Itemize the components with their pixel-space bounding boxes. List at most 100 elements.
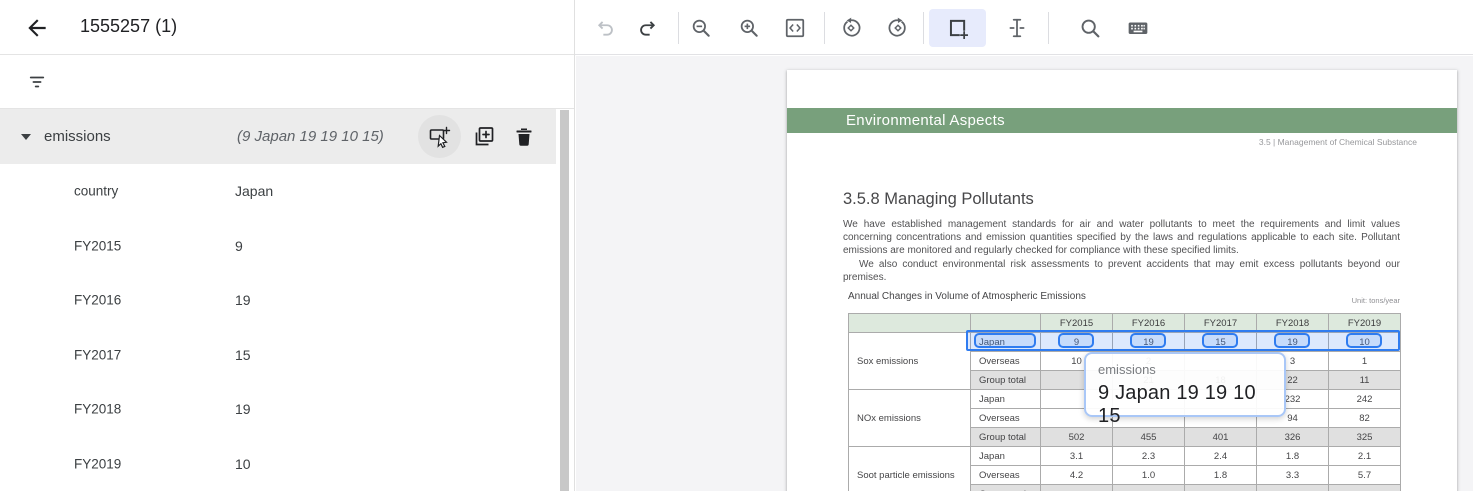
annotation-box-19[interactable]	[1274, 333, 1310, 348]
annotation-box-19[interactable]	[1130, 333, 1166, 348]
table-cell: 325	[1329, 428, 1401, 447]
table-cell: 455	[1113, 428, 1185, 447]
undo-icon[interactable]	[588, 11, 622, 45]
field-value: Japan	[235, 183, 273, 199]
toolbar-separator	[678, 12, 679, 44]
label-field-row-FY2016[interactable]: FY2016 19	[0, 273, 556, 328]
annotation-tool-window: 1555257 (1) Filter Show empty labels emi…	[0, 0, 1473, 491]
toolbar-separator	[824, 12, 825, 44]
banner-title: Environmental Aspects	[846, 112, 1005, 129]
table-cell: 82	[1329, 409, 1401, 428]
duplicate-icon[interactable]	[472, 125, 496, 149]
table-cell: 3.3	[1257, 466, 1329, 485]
toolbar-separator	[1048, 12, 1049, 44]
annotation-box-15[interactable]	[1202, 333, 1238, 348]
viewer-toolbar	[575, 0, 1473, 55]
field-label: FY2017	[74, 347, 121, 362]
document-id-title: 1555257 (1)	[80, 16, 177, 37]
table-cell: 1	[1329, 352, 1401, 371]
label-field-row-country[interactable]: country Japan	[0, 164, 556, 219]
row-sublabel: Group total	[971, 485, 1041, 491]
sidebar-header: 1555257 (1)	[0, 0, 574, 54]
field-label: FY2016	[74, 293, 121, 308]
label-field-row-FY2018[interactable]: FY2018 19	[0, 382, 556, 437]
sidebar-scrollbar[interactable]	[560, 110, 569, 491]
row-sublabel: Group total	[971, 428, 1041, 447]
document-page: Environmental Aspects 3.5 | Management o…	[787, 70, 1457, 491]
table-cell: 401	[1185, 428, 1257, 447]
labels-sidebar: 1555257 (1) Filter Show empty labels emi…	[0, 0, 575, 491]
label-field-list: countryJapanFY20159FY201619FY201715FY201…	[0, 164, 556, 491]
table-cell	[1257, 485, 1329, 491]
filter-bar: Filter Show empty labels	[0, 54, 574, 109]
table-cell: 502	[1041, 428, 1113, 447]
annotation-tooltip: emissions 9 Japan 19 19 10 15	[1084, 352, 1286, 417]
row-group-label: Sox emissions	[849, 333, 971, 390]
redo-icon[interactable]	[631, 11, 665, 45]
table-cell: 242	[1329, 390, 1401, 409]
table-unit-label: Unit: tons/year	[848, 296, 1400, 305]
delete-icon[interactable]	[512, 125, 536, 149]
row-group-label: NOx emissions	[849, 390, 971, 447]
row-sublabel: Japan	[971, 447, 1041, 466]
row-sublabel: Japan	[971, 390, 1041, 409]
table-cell: 326	[1257, 428, 1329, 447]
label-field-row-FY2015[interactable]: FY2015 9	[0, 219, 556, 274]
label-field-row-FY2019[interactable]: FY2019 10	[0, 437, 556, 491]
toolbar-separator	[923, 12, 924, 44]
row-sublabel: Overseas	[971, 466, 1041, 485]
rotate-right-icon[interactable]	[881, 11, 915, 45]
annotation-box-10[interactable]	[1346, 333, 1382, 348]
table-cell: 2.1	[1329, 447, 1401, 466]
search-icon[interactable]	[1073, 11, 1107, 45]
document-paragraphs: We have established management standards…	[843, 218, 1400, 284]
annotation-box-Japan[interactable]	[974, 333, 1036, 348]
keyboard-icon[interactable]	[1121, 11, 1155, 45]
label-field-row-FY2017[interactable]: FY2017 15	[0, 328, 556, 383]
table-cell: 5.7	[1329, 466, 1401, 485]
field-label: FY2019	[74, 456, 121, 471]
table-cell	[1329, 485, 1401, 491]
field-value: 19	[235, 292, 251, 308]
table-cell: 2.4	[1185, 447, 1257, 466]
section-reference: 3.5 | Management of Chemical Substance	[1259, 137, 1417, 147]
field-label: country	[74, 184, 118, 199]
row-sublabel: Group total	[971, 371, 1041, 390]
table-cell	[1185, 485, 1257, 491]
label-group-row-emissions[interactable]: emissions (9 Japan 19 19 10 15)	[0, 109, 556, 164]
rotate-left-icon[interactable]	[834, 11, 868, 45]
field-value: 19	[235, 401, 251, 417]
paragraph: We also conduct environmental risk asses…	[843, 258, 1400, 284]
fit-code-icon[interactable]	[778, 11, 812, 45]
add-bounding-box-icon[interactable]	[940, 11, 974, 45]
field-value: 9	[235, 238, 243, 254]
label-group-summary: (9 Japan 19 19 10 15)	[237, 128, 384, 145]
tooltip-value: 9 Japan 19 19 10 15	[1098, 382, 1272, 428]
table-cell: 4.2	[1041, 466, 1113, 485]
zoom-out-icon[interactable]	[684, 11, 718, 45]
apply-annotation-icon[interactable]	[428, 125, 452, 149]
row-group-label: Soot particle emissions	[849, 447, 971, 491]
field-value: 15	[235, 347, 251, 363]
row-sublabel: Overseas	[971, 409, 1041, 428]
table-cell: 1.0	[1113, 466, 1185, 485]
table-cell: 1.8	[1185, 466, 1257, 485]
table-cell: 2.3	[1113, 447, 1185, 466]
field-label: FY2018	[74, 402, 121, 417]
paragraph: We have established management standards…	[843, 218, 1400, 258]
field-label: FY2015	[74, 238, 121, 253]
text-select-icon[interactable]	[1000, 11, 1034, 45]
document-heading: 3.5.8 Managing Pollutants	[843, 190, 1034, 209]
document-canvas[interactable]: Environmental Aspects 3.5 | Management o…	[576, 56, 1473, 491]
annotation-box-9[interactable]	[1058, 333, 1094, 348]
table-cell: 1.8	[1257, 447, 1329, 466]
field-value: 10	[235, 456, 251, 472]
table-header-empty	[849, 314, 971, 333]
filter-icon	[28, 73, 46, 91]
zoom-in-icon[interactable]	[732, 11, 766, 45]
row-sublabel: Overseas	[971, 352, 1041, 371]
table-row-Soot-Japan: Soot particle emissionsJapan3.12.32.41.8…	[849, 447, 1401, 466]
label-group-name: emissions	[44, 128, 111, 145]
caret-down-icon[interactable]	[21, 134, 31, 140]
back-arrow-icon[interactable]	[24, 15, 50, 41]
